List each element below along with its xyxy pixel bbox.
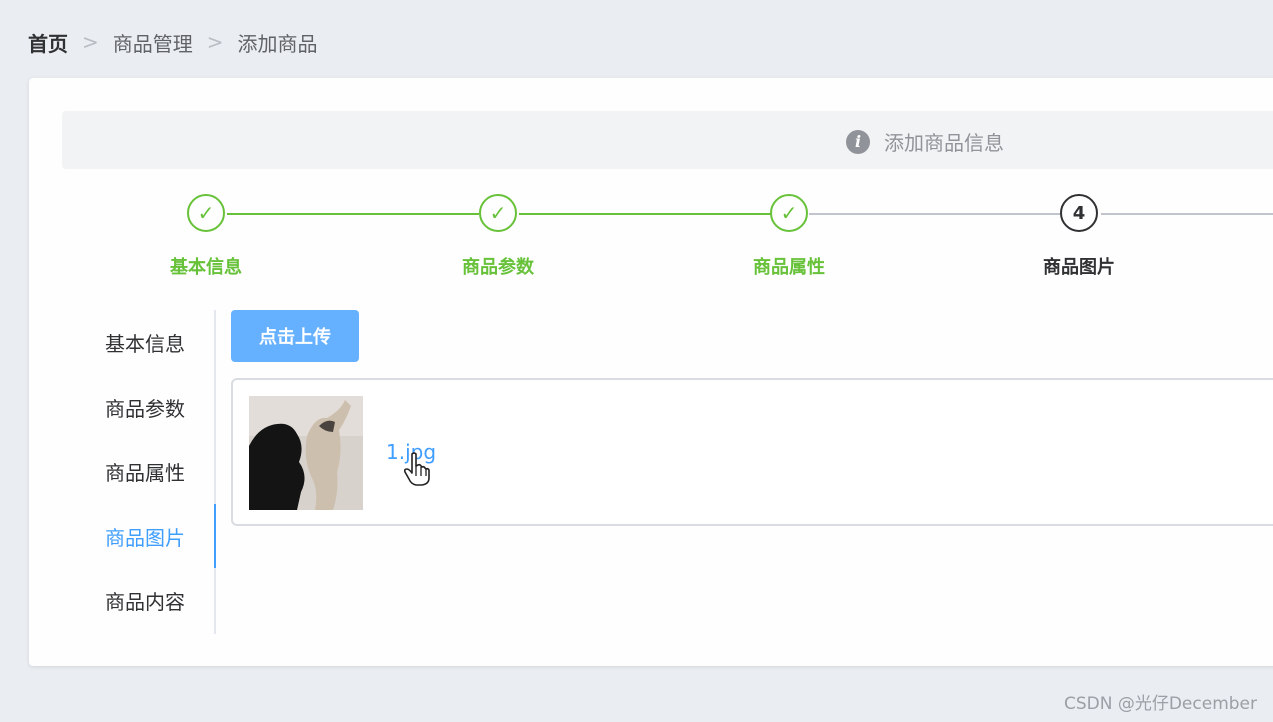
alert-text: 添加商品信息: [884, 131, 1004, 155]
step-title: 商品参数: [462, 257, 534, 278]
check-icon: ✓: [187, 194, 225, 232]
step-title: 基本信息: [170, 257, 242, 278]
tab-goods-content[interactable]: 商品内容: [105, 568, 185, 632]
info-icon: i: [846, 129, 870, 154]
steps-bar: ✓ ✓ ✓ 4 基本信息 商品参数 商品属性 商品图片: [29, 190, 1273, 280]
check-icon: ✓: [479, 194, 517, 232]
watermark: CSDN @光仔December: [1063, 694, 1257, 714]
uploaded-file-item[interactable]: 1.jpg: [231, 378, 1273, 526]
check-icon: ✓: [770, 194, 808, 232]
info-alert: i 添加商品信息: [62, 111, 1273, 169]
step-connector: [1101, 213, 1273, 215]
tab-basic-info[interactable]: 基本信息: [105, 310, 185, 374]
breadcrumb-add-goods: 添加商品: [237, 31, 318, 56]
breadcrumb-goods-management: 商品管理: [112, 31, 193, 56]
step-number-icon: 4: [1060, 194, 1098, 232]
hand-cursor-icon: [403, 452, 430, 486]
file-thumbnail[interactable]: [249, 396, 363, 510]
breadcrumb: 首页 > 商品管理 > 添加商品: [28, 28, 318, 56]
side-tabs: 基本信息 商品参数 商品属性 商品图片 商品内容: [29, 310, 217, 634]
breadcrumb-separator-icon: >: [206, 30, 224, 54]
step-title: 商品属性: [753, 257, 825, 278]
step-connector: [227, 213, 479, 215]
tab-active-indicator: [214, 504, 216, 568]
breadcrumb-home[interactable]: 首页: [28, 28, 68, 57]
tab-goods-images[interactable]: 商品图片: [105, 504, 185, 568]
upload-button[interactable]: 点击上传: [231, 310, 359, 362]
step-connector: [519, 213, 771, 215]
tab-goods-params[interactable]: 商品参数: [105, 375, 185, 439]
step-connector: [809, 213, 1061, 215]
main-card: i 添加商品信息 ✓ ✓ ✓ 4 基本信息 商品参数 商品属性 商品图片 基本信…: [29, 78, 1273, 666]
step-title: 商品图片: [1043, 257, 1115, 278]
tab-goods-attrs[interactable]: 商品属性: [105, 439, 185, 503]
breadcrumb-separator-icon: >: [82, 30, 99, 54]
tab-divider: [214, 310, 216, 634]
